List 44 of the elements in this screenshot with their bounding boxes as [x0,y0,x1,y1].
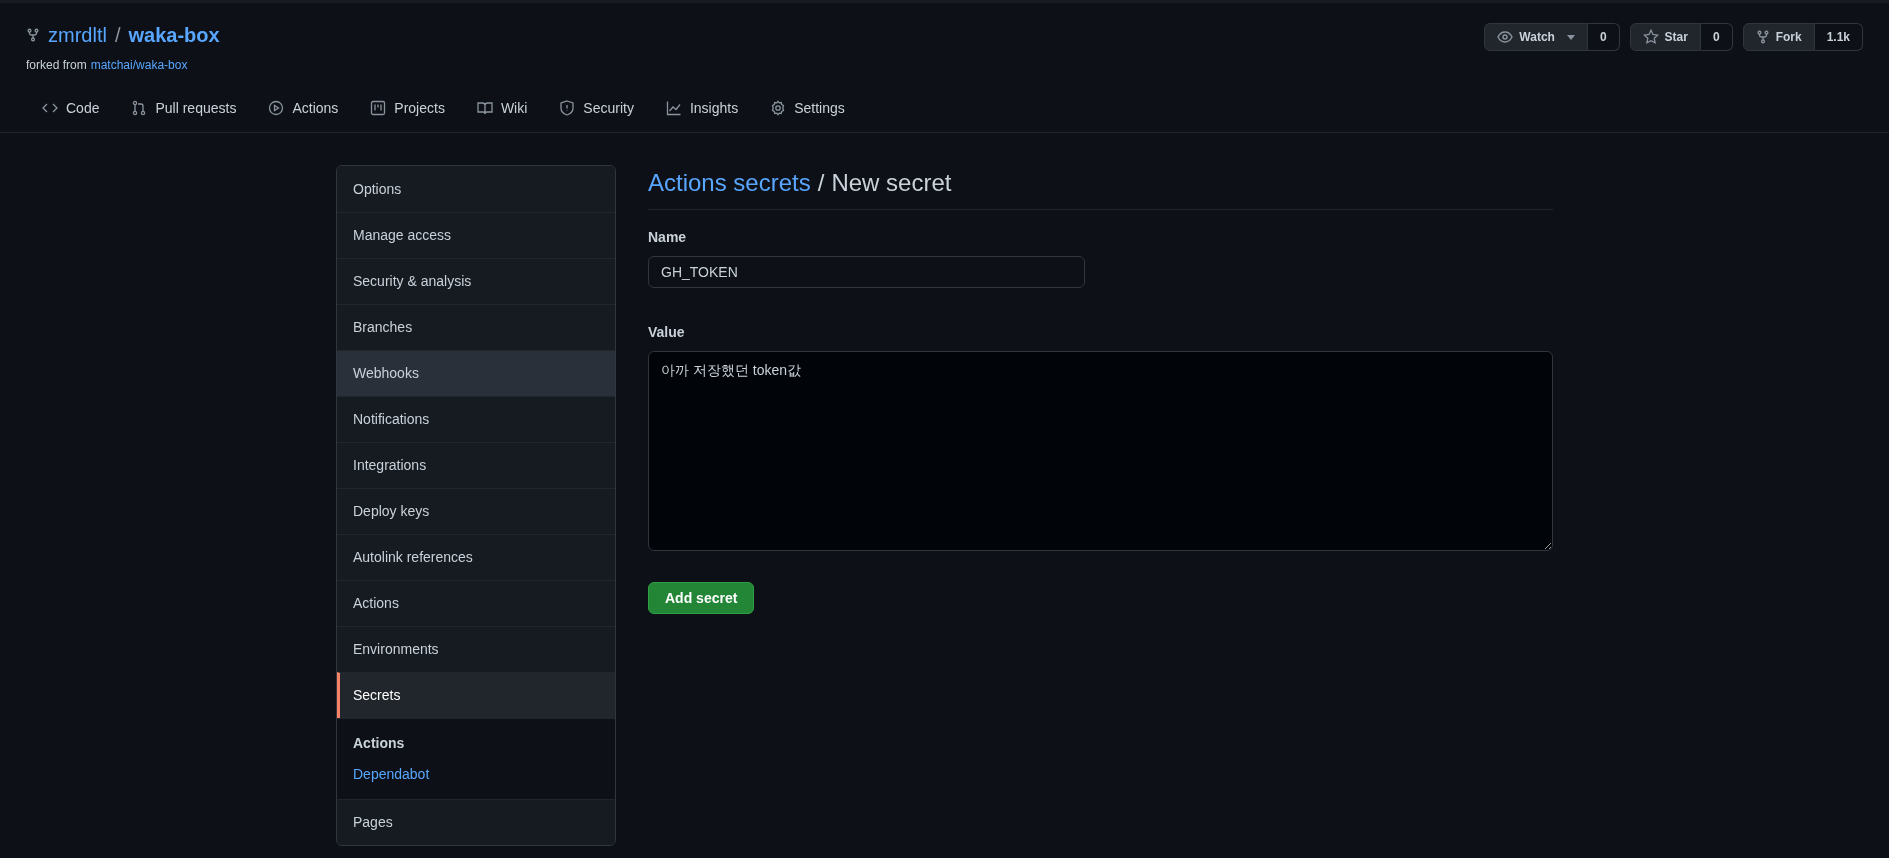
forked-from-label: forked from [26,57,87,74]
fork-icon [1755,29,1770,45]
nav-tab[interactable]: Code [26,86,116,132]
repo-name-link[interactable]: waka-box [128,20,220,50]
nav-tab[interactable]: Actions [252,86,355,132]
sidebar-item[interactable]: Pages [337,799,615,845]
repo-owner-link[interactable]: zmrdltl [48,20,107,50]
breadcrumb-separator: / [817,168,825,198]
fork-count[interactable]: 1.1k [1814,23,1863,51]
sidebar-item[interactable]: Secrets [337,672,615,718]
subnav-link[interactable]: Actions [353,733,405,754]
nav-tab[interactable]: Projects [354,86,461,132]
page-title: New secret [831,168,952,198]
path-separator: / [114,23,121,48]
board-icon [370,100,387,116]
name-label: Name [648,228,687,247]
name-input[interactable]: GH_TOKEN [648,256,1085,288]
shield-icon [559,100,576,116]
caret-icon [1566,34,1575,40]
nav-tab[interactable]: Wiki [460,86,544,132]
add-secret-button[interactable]: Add secret [648,582,755,614]
fork-icon [26,27,40,43]
star-button[interactable]: Star [1629,23,1701,51]
nav-tab[interactable]: Settings [754,86,861,132]
star-icon [1642,29,1659,45]
fork-button[interactable]: Fork [1742,23,1815,51]
watch-button[interactable]: Watch [1484,23,1588,51]
sidebar-item[interactable]: Webhooks [337,350,615,396]
play-icon [268,100,285,116]
graph-icon [665,100,682,116]
breadcrumb-link[interactable]: Actions secrets [648,165,811,201]
value-label: Value [648,323,685,342]
nav-tab[interactable]: Insights [649,86,755,132]
pull-request-icon [131,100,148,116]
subnav-link[interactable]: Dependabot [353,764,430,785]
nav-tab[interactable]: Security [543,86,650,132]
fork-source-link[interactable]: matchai/waka-box [90,56,188,74]
eye-icon [1497,29,1514,45]
book-icon [476,100,493,116]
watch-count[interactable]: 0 [1587,23,1620,51]
settings-icon [770,100,787,116]
star-count[interactable]: 0 [1700,23,1733,51]
value-textarea[interactable]: 아까 저장했던 token값 [648,351,1553,551]
nav-tab[interactable]: Pull requests [115,86,253,132]
